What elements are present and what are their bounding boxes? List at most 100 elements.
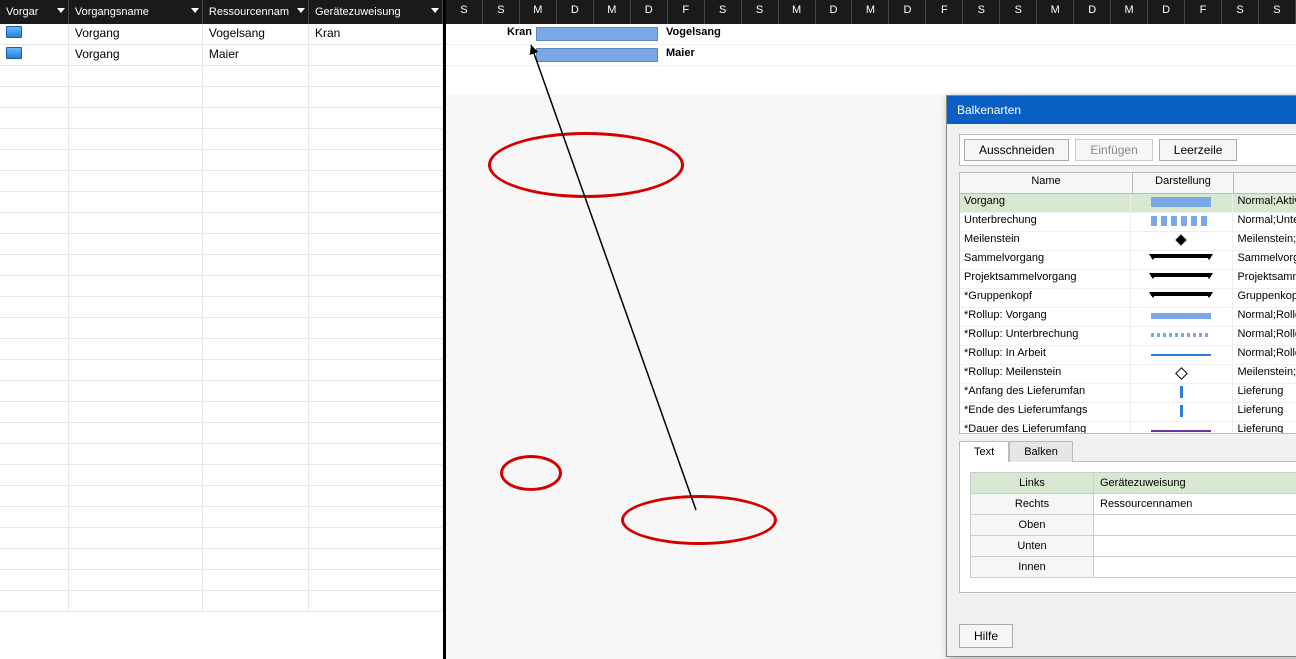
gantt-bar[interactable] bbox=[536, 27, 658, 41]
timeline-day: S bbox=[1222, 0, 1259, 24]
help-button[interactable]: Hilfe bbox=[959, 624, 1013, 648]
table-row[interactable] bbox=[0, 528, 443, 549]
table-row[interactable] bbox=[0, 66, 443, 87]
bar-preview-icon bbox=[1151, 313, 1211, 319]
annotation-circle bbox=[621, 495, 777, 545]
tab-balken[interactable]: Balken bbox=[1009, 441, 1073, 462]
table-row[interactable] bbox=[0, 381, 443, 402]
device-column-header[interactable]: Gerätezuweisung bbox=[309, 0, 443, 24]
timeline-day: S bbox=[483, 0, 520, 24]
bar-style-row[interactable]: *Rollup: In ArbeitNormal;Rolled up;Nicht… bbox=[960, 346, 1296, 365]
field-unten[interactable] bbox=[1094, 536, 1296, 557]
table-row[interactable] bbox=[0, 360, 443, 381]
table-row[interactable] bbox=[0, 549, 443, 570]
field-oben[interactable] bbox=[1094, 515, 1296, 536]
dropdown-icon[interactable] bbox=[297, 8, 305, 13]
bar-style-row[interactable]: *Anfang des LieferumfanLieferung1Anfang … bbox=[960, 384, 1296, 403]
bar-style-row[interactable]: MeilensteinMeilenstein;Aktiv;Nicht Grupp… bbox=[960, 232, 1296, 251]
table-row[interactable] bbox=[0, 171, 443, 192]
table-row[interactable] bbox=[0, 465, 443, 486]
table-row[interactable] bbox=[0, 150, 443, 171]
table-row[interactable] bbox=[0, 339, 443, 360]
table-row[interactable] bbox=[0, 486, 443, 507]
col-name[interactable]: Name bbox=[960, 173, 1133, 193]
bar-style-row[interactable]: *Rollup: VorgangNormal;Rolled up;Nicht S… bbox=[960, 308, 1296, 327]
bar-style-row[interactable]: VorgangNormal;Aktiv;Nicht Manuell gepla1… bbox=[960, 194, 1296, 213]
col-anzeige[interactable]: Anzeige für: bbox=[1234, 173, 1296, 193]
dropdown-icon[interactable] bbox=[57, 8, 65, 13]
dropdown-icon[interactable] bbox=[191, 8, 199, 13]
timeline-day: M bbox=[594, 0, 631, 24]
table-row[interactable] bbox=[0, 570, 443, 591]
table-row[interactable] bbox=[0, 255, 443, 276]
table-row[interactable]: VorgangMaier bbox=[0, 45, 443, 66]
row-rechts: RechtsRessourcennamen bbox=[971, 494, 1296, 515]
bar-preview-icon bbox=[1151, 292, 1211, 304]
bar-preview-icon bbox=[1151, 254, 1211, 266]
bar-label-right: Maier bbox=[666, 47, 695, 59]
table-row[interactable] bbox=[0, 591, 443, 612]
task-indicator-icon bbox=[6, 26, 22, 38]
dropdown-icon[interactable] bbox=[431, 8, 439, 13]
gantt-area: KranVogelsangMaier bbox=[446, 24, 1296, 94]
bar-style-row[interactable]: *GruppenkopfGruppenkopf1VorgangsanfangVo… bbox=[960, 289, 1296, 308]
tab-text[interactable]: Text bbox=[959, 441, 1009, 462]
table-row[interactable] bbox=[0, 402, 443, 423]
timeline-day: D bbox=[557, 0, 594, 24]
bar-style-row[interactable]: *Rollup: MeilensteinMeilenstein;Rolled u… bbox=[960, 365, 1296, 384]
bar-style-row[interactable]: *Ende des LieferumfangsLieferung1Ende de… bbox=[960, 403, 1296, 422]
timeline-day: D bbox=[1148, 0, 1185, 24]
table-row[interactable] bbox=[0, 87, 443, 108]
bar-preview-icon bbox=[1151, 273, 1211, 285]
timeline-day: M bbox=[520, 0, 557, 24]
bar-preview-icon bbox=[1151, 197, 1211, 207]
name-column-header[interactable]: Vorgangsname bbox=[69, 0, 203, 24]
table-row[interactable] bbox=[0, 234, 443, 255]
bar-style-row[interactable]: UnterbrechungNormal;Unterbrechung;Aktiv;… bbox=[960, 213, 1296, 232]
table-row[interactable] bbox=[0, 297, 443, 318]
annotation-circle bbox=[500, 455, 562, 491]
table-row[interactable] bbox=[0, 507, 443, 528]
table-row[interactable]: VorgangVogelsangKran bbox=[0, 24, 443, 45]
timeline-day: D bbox=[631, 0, 668, 24]
timeline-day: S bbox=[1259, 0, 1296, 24]
table-row[interactable] bbox=[0, 108, 443, 129]
table-row[interactable] bbox=[0, 444, 443, 465]
bar-style-row[interactable]: SammelvorgangSammelvorgang;Aktiv;Nicht M… bbox=[960, 251, 1296, 270]
cut-button[interactable]: Ausschneiden bbox=[964, 139, 1069, 161]
table-row[interactable] bbox=[0, 129, 443, 150]
resource-column-header[interactable]: Ressourcennam bbox=[203, 0, 309, 24]
field-innen[interactable] bbox=[1094, 557, 1296, 578]
bar-style-row[interactable]: ProjektsammelvorgangProjektsammelvorgang… bbox=[960, 270, 1296, 289]
gantt-pane: SSMDMDFSSMDMDFSSMDMDFSS KranVogelsangMai… bbox=[446, 0, 1296, 659]
bar-preview-icon bbox=[1151, 216, 1211, 226]
bar-style-row[interactable]: *Dauer des LieferumfangLieferung1Anfang … bbox=[960, 422, 1296, 434]
dialog-titlebar[interactable]: Balkenarten ✕ bbox=[947, 96, 1296, 124]
text-position-grid[interactable]: LinksGerätezuweisung RechtsRessourcennam… bbox=[970, 472, 1296, 578]
bar-style-row[interactable]: *Rollup: UnterbrechungNormal;Rolled up;U… bbox=[960, 327, 1296, 346]
table-row[interactable] bbox=[0, 213, 443, 234]
table-row[interactable] bbox=[0, 192, 443, 213]
timeline-day: S bbox=[963, 0, 1000, 24]
field-links[interactable]: Gerätezuweisung bbox=[1094, 473, 1296, 494]
col-darstellung[interactable]: Darstellung bbox=[1133, 173, 1234, 193]
bar-preview-icon bbox=[1176, 234, 1187, 245]
timeline-day: M bbox=[1111, 0, 1148, 24]
table-row[interactable] bbox=[0, 423, 443, 444]
bar-preview-icon bbox=[1151, 333, 1211, 337]
bar-preview-icon bbox=[1151, 354, 1211, 356]
bar-preview-icon bbox=[1151, 430, 1211, 432]
timeline-day: S bbox=[742, 0, 779, 24]
field-rechts[interactable]: Ressourcennamen bbox=[1094, 494, 1296, 515]
gantt-bar[interactable] bbox=[536, 48, 658, 62]
gantt-row: Maier bbox=[446, 45, 1296, 66]
table-row[interactable] bbox=[0, 318, 443, 339]
timeline-day: D bbox=[889, 0, 926, 24]
timeline-day: F bbox=[926, 0, 963, 24]
indicator-column-header[interactable]: Vorgar bbox=[0, 0, 69, 24]
table-row[interactable] bbox=[0, 276, 443, 297]
timeline-header: SSMDMDFSSMDMDFSSMDMDFSS bbox=[446, 0, 1296, 24]
bar-styles-grid[interactable]: Name Darstellung Anzeige für: Zeile Von … bbox=[959, 172, 1296, 434]
dialog-tabs: TextBalken LinksGerätezuweisung RechtsRe… bbox=[959, 440, 1296, 593]
blank-row-button[interactable]: Leerzeile bbox=[1159, 139, 1238, 161]
